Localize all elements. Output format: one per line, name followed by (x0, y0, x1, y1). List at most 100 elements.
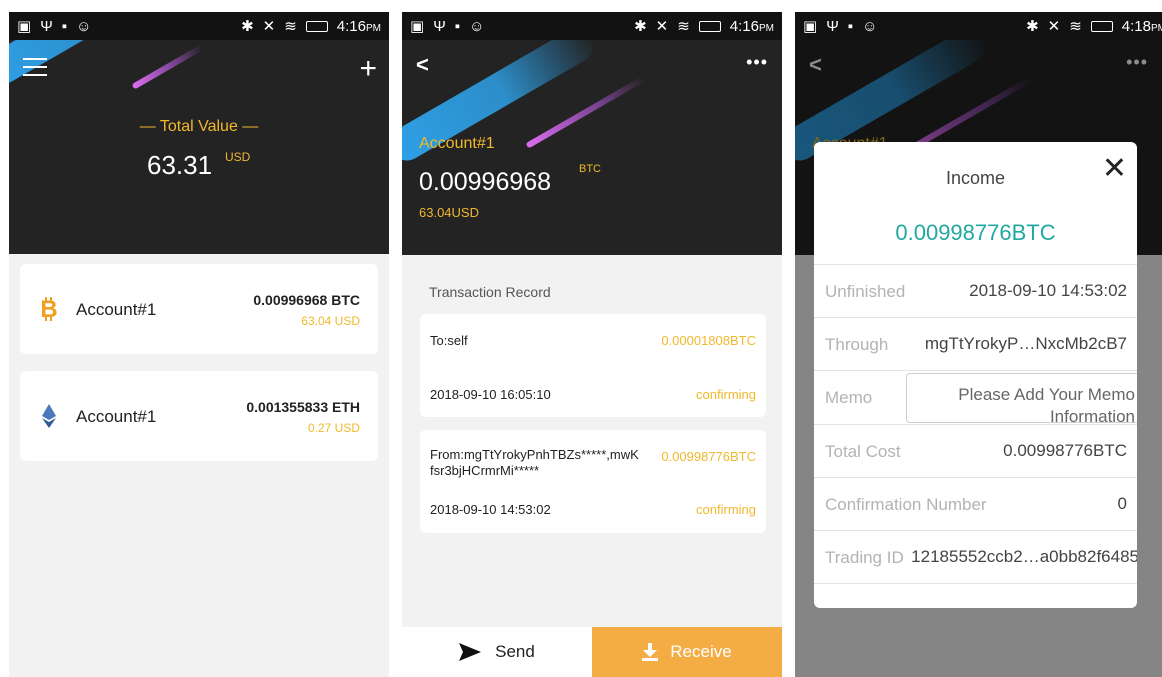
transaction-record-title: Transaction Record (429, 284, 551, 300)
account-balance-unit: BTC (579, 163, 601, 175)
notification-icon: ▣ (803, 17, 818, 35)
mute-icon: ✕ (655, 17, 669, 35)
transaction-status: confirming (696, 502, 756, 517)
send-label: Send (495, 642, 535, 661)
send-arrow-icon (459, 643, 482, 661)
notification-icon: ▣ (17, 17, 32, 35)
wifi-icon: ≋ (677, 17, 690, 35)
detail-row-through: Through mgTtYrokyP…NxcMb2cB7 (814, 317, 1137, 370)
detail-label: Memo (825, 388, 873, 407)
account-card-eth[interactable]: Account#1 0.001355833 ETH 0.27 USD (20, 371, 378, 461)
account-card-btc[interactable]: B Account#1 0.00996968 BTC 63.04 USD (20, 264, 378, 354)
detail-row-confirmation-number: Confirmation Number 0 (814, 477, 1137, 530)
income-detail-screen: ▣ Ψ ▪ ☺ ✱ ✕ ≋ 4:18PM < ••• Account#1 Inc… (795, 12, 1162, 677)
account-name: Account#1 (76, 407, 157, 426)
detail-label: Trading ID (825, 548, 904, 567)
close-icon[interactable]: ✕ (1102, 154, 1127, 184)
detail-value: 2018-09-10 14:53:02 (969, 281, 1127, 300)
bluetooth-icon: ✱ (1026, 17, 1039, 35)
transaction-time: 2018-09-10 16:05:10 (430, 387, 551, 402)
app-notification-icon: ☺ (469, 17, 485, 35)
more-icon[interactable]: ••• (746, 52, 768, 73)
detail-row-unfinished: Unfinished 2018-09-10 14:53:02 (814, 264, 1137, 317)
account-usd-value: 63.04 USD (301, 314, 360, 328)
detail-label: Unfinished (825, 282, 906, 301)
wifi-icon: ≋ (284, 17, 297, 35)
detail-label: Confirmation Number (825, 495, 987, 514)
account-name: Account#1 (76, 300, 157, 319)
status-bar: ▣ Ψ ▪ ☺ ✱ ✕ ≋ 4:18PM (795, 12, 1162, 40)
account-balance: 0.00996968 (419, 168, 552, 196)
total-value-amount: 63.31 (147, 150, 213, 180)
transaction-amount: 0.00001808BTC (661, 333, 756, 348)
detail-value: 0.00998776BTC (1003, 441, 1127, 460)
ethereum-icon (42, 404, 56, 428)
back-arrow-icon[interactable]: < (416, 52, 429, 78)
action-tab-bar: Send Receive (402, 627, 782, 677)
account-detail-screen: ▣ Ψ ▪ ☺ ✱ ✕ ≋ 4:16PM < ••• Account#1 0.0… (402, 12, 782, 677)
mute-icon: ✕ (262, 17, 276, 35)
download-icon (642, 643, 659, 661)
total-value-unit: USD (225, 150, 251, 164)
image-icon: ▪ (61, 17, 68, 35)
app-notification-icon: ☺ (862, 17, 878, 35)
clock: 4:18PM (1121, 17, 1162, 35)
wallet-home-screen: ▣ Ψ ▪ ☺ ✱ ✕ ≋ 4:16PM + — Total Value — 6… (9, 12, 389, 677)
detail-label: Total Cost (825, 442, 901, 461)
image-icon: ▪ (454, 17, 461, 35)
usb-icon: Ψ (40, 17, 53, 35)
decorative-pink-streak (525, 75, 646, 149)
transaction-item[interactable]: From:mgTtYrokyPnhTBZs*****,mwKfsr3bjHCrm… (420, 430, 766, 533)
transaction-status: confirming (696, 387, 756, 402)
wifi-icon: ≋ (1069, 17, 1082, 35)
receive-label: Receive (670, 642, 732, 661)
total-value-label: — Total Value — (139, 118, 259, 135)
account-usd-value: 63.04USD (419, 205, 479, 220)
receive-button[interactable]: Receive (592, 627, 782, 677)
clock: 4:16PM (336, 17, 381, 35)
bitcoin-icon: B (40, 296, 57, 322)
app-notification-icon: ☺ (76, 17, 92, 35)
account-header: < ••• Account#1 0.00996968 BTC 63.04USD (402, 40, 782, 255)
detail-row-trading-id: Trading ID 12185552ccb2…a0bb82f6485 (814, 530, 1137, 583)
account-usd-value: 0.27 USD (307, 421, 360, 435)
account-balance: 0.00996968 BTC (253, 292, 360, 308)
detail-value: 0 (1117, 494, 1127, 513)
bluetooth-icon: ✱ (634, 17, 647, 35)
plus-icon[interactable]: + (359, 54, 377, 84)
detail-value: mgTtYrokyP…NxcMb2cB7 (924, 334, 1127, 353)
image-icon: ▪ (847, 17, 854, 35)
notification-icon: ▣ (410, 17, 425, 35)
memo-input[interactable]: Please Add Your Memo Information (906, 373, 1137, 423)
transaction-item[interactable]: To:self 0.00001808BTC 2018-09-10 16:05:1… (420, 314, 766, 417)
account-name: Account#1 (419, 135, 495, 152)
income-detail-modal: Income ✕ 0.00998776BTC Unfinished 2018-0… (814, 142, 1137, 608)
wallet-header: + — Total Value — 63.31 USD (9, 40, 389, 254)
clock: 4:16PM (729, 17, 774, 35)
income-amount: 0.00998776BTC (895, 220, 1056, 245)
status-bar: ▣ Ψ ▪ ☺ ✱ ✕ ≋ 4:16PM (9, 12, 389, 40)
detail-value: 12185552ccb2…a0bb82f6485 (911, 547, 1137, 566)
status-bar: ▣ Ψ ▪ ☺ ✱ ✕ ≋ 4:16PM (402, 12, 782, 40)
modal-title: Income (945, 168, 1006, 188)
transaction-time: 2018-09-10 14:53:02 (430, 502, 551, 517)
transaction-amount: 0.00998776BTC (661, 449, 756, 464)
detail-row-memo: Memo Please Add Your Memo Information (814, 370, 1137, 423)
usb-icon: Ψ (433, 17, 446, 35)
bluetooth-icon: ✱ (241, 17, 254, 35)
transaction-party: From:mgTtYrokyPnhTBZs*****,mwKfsr3bjHCrm… (430, 447, 639, 478)
send-button[interactable]: Send (402, 627, 592, 677)
account-balance: 0.001355833 ETH (246, 399, 360, 415)
battery-icon (305, 20, 328, 32)
transaction-party: To:self (430, 333, 468, 348)
mute-icon: ✕ (1047, 17, 1061, 35)
decorative-pink-streak (131, 44, 204, 90)
svg-text:B: B (40, 296, 57, 322)
detail-row-total-cost: Total Cost 0.00998776BTC (814, 424, 1137, 477)
usb-icon: Ψ (826, 17, 839, 35)
hamburger-menu-icon[interactable] (23, 58, 47, 78)
battery-icon (1090, 20, 1113, 32)
divider (814, 583, 1137, 608)
battery-icon (698, 20, 721, 32)
detail-label: Through (825, 335, 889, 354)
